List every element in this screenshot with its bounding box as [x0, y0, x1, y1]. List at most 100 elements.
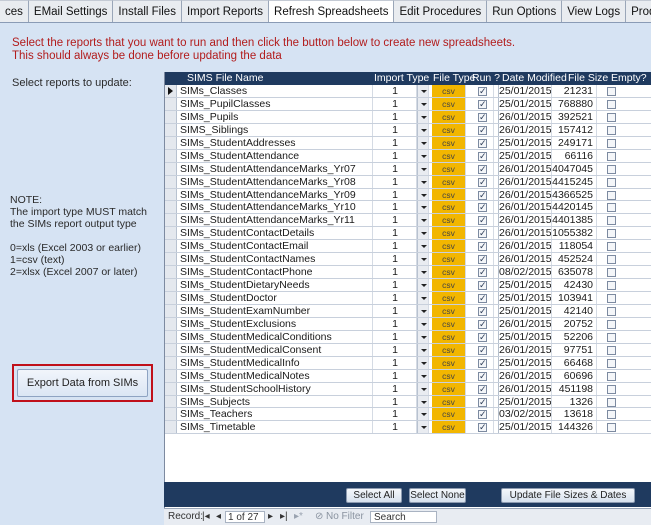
- import-type-select[interactable]: 1: [374, 317, 417, 330]
- table-row[interactable]: SIMs_Timetable1 csv 25/01/2015144326: [165, 421, 651, 435]
- import-type-dropdown-button[interactable]: [417, 330, 429, 343]
- table-row[interactable]: SIMs_Classes1 csv 25/01/201521231: [165, 85, 651, 98]
- table-row[interactable]: SIMs_StudentAttendanceMarks_Yr071 csv 26/0…: [165, 162, 651, 176]
- table-row[interactable]: SIMs_StudentMedicalNotes1 csv 26/01/201560…: [165, 369, 651, 383]
- no-filter-label[interactable]: No Filter: [326, 511, 364, 522]
- empty-checkbox[interactable]: [607, 281, 616, 291]
- last-record-button[interactable]: ▸|: [280, 511, 288, 522]
- import-type-dropdown-button[interactable]: [417, 227, 429, 240]
- record-selector[interactable]: [165, 123, 177, 136]
- file-name-cell[interactable]: SIMs_StudentDoctor: [177, 292, 373, 304]
- table-row[interactable]: SIMs_StudentContactPhone1 csv 08/02/201563…: [165, 266, 651, 280]
- table-row[interactable]: SIMs_StudentAddresses1 csv 25/01/201524917…: [165, 136, 651, 150]
- record-selector[interactable]: [165, 279, 177, 291]
- record-selector[interactable]: [165, 201, 177, 214]
- import-type-select[interactable]: 1: [374, 85, 417, 97]
- table-row[interactable]: SIMs_Pupils1 csv 26/01/2015392521: [165, 110, 651, 124]
- file-name-cell[interactable]: SIMs_StudentMedicalConsent: [177, 343, 373, 356]
- empty-checkbox[interactable]: [607, 242, 616, 252]
- empty-checkbox[interactable]: [607, 216, 616, 226]
- tab-edit-procedures[interactable]: Edit Procedures: [394, 0, 488, 22]
- tab-install-files[interactable]: Install Files: [113, 0, 182, 22]
- run-checkbox[interactable]: [478, 227, 487, 239]
- record-selector[interactable]: [165, 304, 177, 317]
- tab-product-info[interactable]: Product Info: [626, 0, 651, 22]
- empty-checkbox[interactable]: [607, 384, 616, 394]
- record-selector[interactable]: [165, 266, 177, 279]
- table-row[interactable]: SIMs_StudentAttendanceMarks_Yr111 csv 26/0…: [165, 214, 651, 228]
- file-name-cell[interactable]: SIMS_Siblings: [177, 123, 373, 136]
- run-checkbox[interactable]: [478, 189, 487, 200]
- import-type-select[interactable]: 1: [374, 266, 417, 279]
- search-field[interactable]: Search: [370, 511, 437, 523]
- run-checkbox[interactable]: [478, 383, 487, 395]
- run-checkbox[interactable]: [478, 137, 487, 149]
- import-type-dropdown-button[interactable]: [417, 292, 429, 304]
- import-type-select[interactable]: 1: [374, 123, 417, 136]
- file-name-cell[interactable]: SIMs_StudentAttendance: [177, 149, 373, 162]
- table-row[interactable]: SIMs_StudentMedicalConditions1 csv 25/01/2…: [165, 330, 651, 344]
- record-selector[interactable]: [165, 227, 177, 240]
- empty-checkbox[interactable]: [607, 345, 616, 355]
- empty-checkbox[interactable]: [607, 190, 616, 200]
- table-row[interactable]: SIMs_StudentContactEmail1 csv 26/01/201511…: [165, 240, 651, 254]
- run-checkbox[interactable]: [478, 176, 487, 188]
- import-type-select[interactable]: 1: [374, 408, 417, 421]
- import-type-dropdown-button[interactable]: [417, 304, 429, 317]
- import-type-select[interactable]: 1: [374, 369, 417, 382]
- file-name-cell[interactable]: SIMs_StudentMedicalInfo: [177, 356, 373, 369]
- import-type-dropdown-button[interactable]: [417, 136, 429, 149]
- table-row[interactable]: SIMs_Teachers1 csv 03/02/201513618: [165, 408, 651, 422]
- import-type-dropdown-button[interactable]: [417, 343, 429, 356]
- run-checkbox[interactable]: [478, 344, 487, 356]
- record-selector[interactable]: [165, 162, 177, 175]
- table-row[interactable]: SIMs_StudentContactDetails1 csv 26/01/2015…: [165, 227, 651, 241]
- file-name-cell[interactable]: SIMs_Classes: [177, 85, 373, 97]
- run-checkbox[interactable]: [478, 396, 487, 407]
- import-type-select[interactable]: 1: [374, 162, 417, 175]
- export-data-button[interactable]: Export Data from SIMs: [17, 369, 148, 397]
- prev-record-button[interactable]: ◂: [216, 511, 221, 522]
- empty-checkbox[interactable]: [607, 151, 616, 161]
- table-row[interactable]: SIMs_Subjects1 csv 25/01/20151326: [165, 395, 651, 409]
- empty-checkbox[interactable]: [607, 294, 616, 303]
- import-type-dropdown-button[interactable]: [417, 123, 429, 136]
- file-name-cell[interactable]: SIMs_StudentExamNumber: [177, 304, 373, 317]
- record-selector[interactable]: [165, 317, 177, 330]
- file-name-cell[interactable]: SIMs_StudentContactPhone: [177, 266, 373, 279]
- import-type-dropdown-button[interactable]: [417, 149, 429, 162]
- run-checkbox[interactable]: [478, 98, 487, 110]
- import-type-select[interactable]: 1: [374, 175, 417, 188]
- run-checkbox[interactable]: [478, 266, 487, 278]
- table-row[interactable]: SIMs_StudentDoctor1 csv 25/01/2015103941: [165, 292, 651, 305]
- import-type-dropdown-button[interactable]: [417, 408, 429, 421]
- table-row[interactable]: SIMs_StudentDietaryNeeds1 csv 25/01/201542…: [165, 279, 651, 292]
- empty-checkbox[interactable]: [607, 125, 616, 135]
- import-type-dropdown-button[interactable]: [417, 369, 429, 382]
- run-checkbox[interactable]: [478, 408, 487, 420]
- tab-refresh-spreadsheets[interactable]: Refresh Spreadsheets: [269, 0, 395, 22]
- table-row[interactable]: SIMs_StudentSchoolHistory1 csv 26/01/20154…: [165, 382, 651, 396]
- empty-checkbox[interactable]: [607, 164, 616, 174]
- record-selector[interactable]: [165, 421, 177, 434]
- record-selector[interactable]: [165, 356, 177, 369]
- table-row[interactable]: SIMs_StudentAttendanceMarks_Yr101 csv 26/0…: [165, 201, 651, 215]
- file-name-cell[interactable]: SIMs_StudentExclusions: [177, 317, 373, 330]
- import-type-dropdown-button[interactable]: [417, 201, 429, 214]
- file-name-cell[interactable]: SIMs_PupilClasses: [177, 97, 373, 110]
- table-row[interactable]: SIMs_StudentExclusions1 csv 26/01/20152075…: [165, 317, 651, 331]
- import-type-select[interactable]: 1: [374, 149, 417, 162]
- update-file-sizes-button[interactable]: Update File Sizes & Dates: [501, 488, 635, 503]
- table-row[interactable]: SIMs_StudentAttendanceMarks_Yr081 csv 26/0…: [165, 175, 651, 189]
- import-type-select[interactable]: 1: [374, 214, 417, 227]
- record-selector[interactable]: [165, 85, 177, 97]
- empty-checkbox[interactable]: [607, 87, 616, 96]
- import-type-select[interactable]: 1: [374, 356, 417, 369]
- table-row[interactable]: SIMs_StudentMedicalConsent1 csv 26/01/2015…: [165, 343, 651, 357]
- record-selector[interactable]: [165, 292, 177, 304]
- import-type-dropdown-button[interactable]: [417, 421, 429, 434]
- run-checkbox[interactable]: [478, 163, 487, 175]
- import-type-dropdown-button[interactable]: [417, 214, 429, 227]
- run-checkbox[interactable]: [478, 421, 487, 433]
- import-type-dropdown-button[interactable]: [417, 356, 429, 369]
